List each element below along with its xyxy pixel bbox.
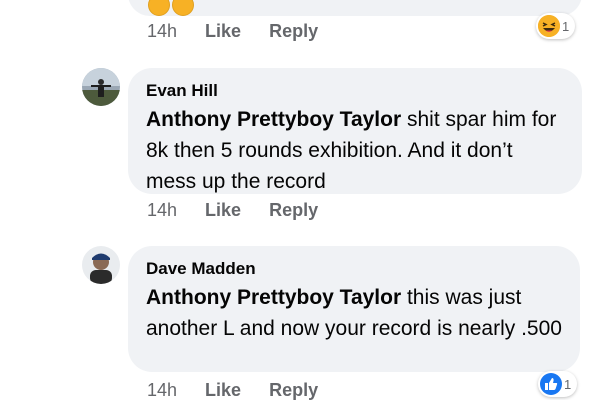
- like-button[interactable]: Like: [205, 21, 241, 42]
- avatar[interactable]: [82, 246, 120, 284]
- comment-bubble: Evan Hill Anthony Prettyboy Taylor shit …: [128, 68, 582, 194]
- previous-comment-bubble: [128, 0, 582, 16]
- reaction-summary[interactable]: 1: [538, 371, 578, 397]
- like-icon: [540, 373, 562, 395]
- reaction-summary[interactable]: 1: [536, 13, 576, 39]
- mention-link[interactable]: Anthony Prettyboy Taylor: [146, 286, 401, 309]
- emoji-icon: [148, 0, 170, 16]
- comment-thread: 14h Like Reply 1 Evan Hill Anthony Prett…: [0, 0, 600, 400]
- comment-text: Anthony Prettyboy Taylor this was just a…: [146, 282, 562, 344]
- comment-timestamp[interactable]: 14h: [147, 380, 177, 400]
- haha-icon: [538, 15, 560, 37]
- reaction-count: 1: [564, 376, 572, 392]
- like-button[interactable]: Like: [205, 380, 241, 400]
- mention-link[interactable]: Anthony Prettyboy Taylor: [146, 108, 401, 131]
- avatar[interactable]: [82, 68, 120, 106]
- comment-actions: 14h Like Reply: [147, 380, 318, 400]
- comment-actions: 14h Like Reply: [147, 21, 318, 42]
- like-button[interactable]: Like: [205, 200, 241, 221]
- comment-author[interactable]: Evan Hill: [146, 80, 564, 102]
- previous-comment-emoji: [148, 0, 194, 16]
- comment-bubble: Dave Madden Anthony Prettyboy Taylor thi…: [128, 246, 580, 372]
- reply-button[interactable]: Reply: [269, 21, 318, 42]
- reply-button[interactable]: Reply: [269, 200, 318, 221]
- emoji-icon: [172, 0, 194, 16]
- comment-actions: 14h Like Reply: [147, 200, 318, 221]
- comment-timestamp[interactable]: 14h: [147, 21, 177, 42]
- reply-button[interactable]: Reply: [269, 380, 318, 400]
- reaction-count: 1: [562, 18, 570, 34]
- comment-author[interactable]: Dave Madden: [146, 258, 562, 280]
- comment-text: Anthony Prettyboy Taylor shit spar him f…: [146, 104, 564, 197]
- comment-timestamp[interactable]: 14h: [147, 200, 177, 221]
